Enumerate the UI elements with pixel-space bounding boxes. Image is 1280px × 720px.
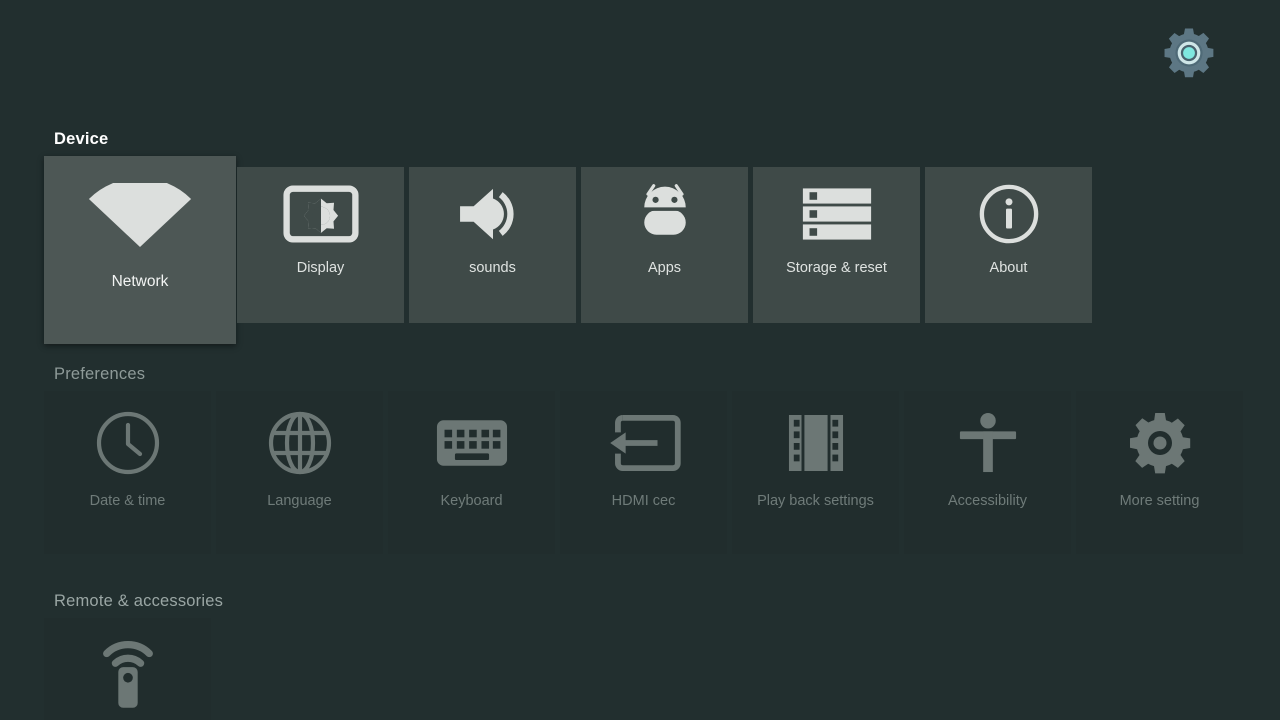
tile-label-storage-reset: Storage & reset xyxy=(786,260,887,276)
clock-icon xyxy=(44,391,211,494)
tile-network[interactable]: Network xyxy=(44,156,236,344)
tile-keyboard[interactable]: Keyboard xyxy=(388,391,555,554)
remote-tile-row xyxy=(0,618,1280,720)
preferences-tile-row: Date & time Language Keyboard HDMI cec P… xyxy=(0,391,1280,554)
tile-storage-reset[interactable]: Storage & reset xyxy=(753,167,920,323)
tile-hdmi-cec[interactable]: HDMI cec xyxy=(560,391,727,554)
tile-label-hdmi-cec: HDMI cec xyxy=(611,493,676,509)
tile-label-apps: Apps xyxy=(647,260,682,276)
tile-label-display: Display xyxy=(296,260,345,276)
top-bar xyxy=(0,0,1280,104)
keyboard-icon xyxy=(388,391,555,494)
accessibility-icon xyxy=(904,391,1071,494)
tile-language[interactable]: Language xyxy=(216,391,383,554)
film-strip-icon xyxy=(732,391,899,494)
device-tile-row: Network Display sounds Apps Storage & re… xyxy=(0,156,1280,344)
volume-icon xyxy=(409,167,576,261)
tile-label-date-time: Date & time xyxy=(89,493,166,509)
section-title-preferences: Preferences xyxy=(54,365,146,383)
section-title-device: Device xyxy=(54,130,109,148)
wifi-icon xyxy=(44,156,236,274)
tile-accessibility[interactable]: Accessibility xyxy=(904,391,1071,554)
tile-label-network: Network xyxy=(111,273,169,290)
section-title-remote: Remote & accessories xyxy=(54,592,224,610)
gear-icon xyxy=(1076,391,1243,494)
tile-more-setting[interactable]: More setting xyxy=(1076,391,1243,554)
tile-play-back-settings[interactable]: Play back settings xyxy=(732,391,899,554)
android-robot-icon xyxy=(581,167,748,261)
brightness-icon xyxy=(237,167,404,261)
tile-date-time[interactable]: Date & time xyxy=(44,391,211,554)
tile-label-more-setting: More setting xyxy=(1119,493,1200,509)
tile-apps[interactable]: Apps xyxy=(581,167,748,323)
settings-gear-icon[interactable] xyxy=(1160,24,1218,82)
section-device: Device Network Display sounds Apps Stora… xyxy=(0,130,1280,344)
info-circle-icon xyxy=(925,167,1092,261)
tile-label-keyboard: Keyboard xyxy=(440,493,503,509)
tile-about[interactable]: About xyxy=(925,167,1092,323)
section-remote: Remote & accessories xyxy=(0,592,1280,720)
tile-remote-control[interactable] xyxy=(44,618,211,720)
hdmi-input-icon xyxy=(560,391,727,494)
remote-control-icon xyxy=(44,618,211,720)
tile-display[interactable]: Display xyxy=(237,167,404,323)
tile-label-language: Language xyxy=(267,493,332,509)
tile-sounds[interactable]: sounds xyxy=(409,167,576,323)
tile-label-play-back-settings: Play back settings xyxy=(757,493,874,509)
tile-label-sounds: sounds xyxy=(469,260,516,276)
tile-label-about: About xyxy=(989,260,1028,276)
storage-icon xyxy=(753,167,920,261)
section-preferences: Preferences Date & time Language Keyboar… xyxy=(0,365,1280,554)
tile-label-accessibility: Accessibility xyxy=(948,493,1027,509)
globe-icon xyxy=(216,391,383,494)
